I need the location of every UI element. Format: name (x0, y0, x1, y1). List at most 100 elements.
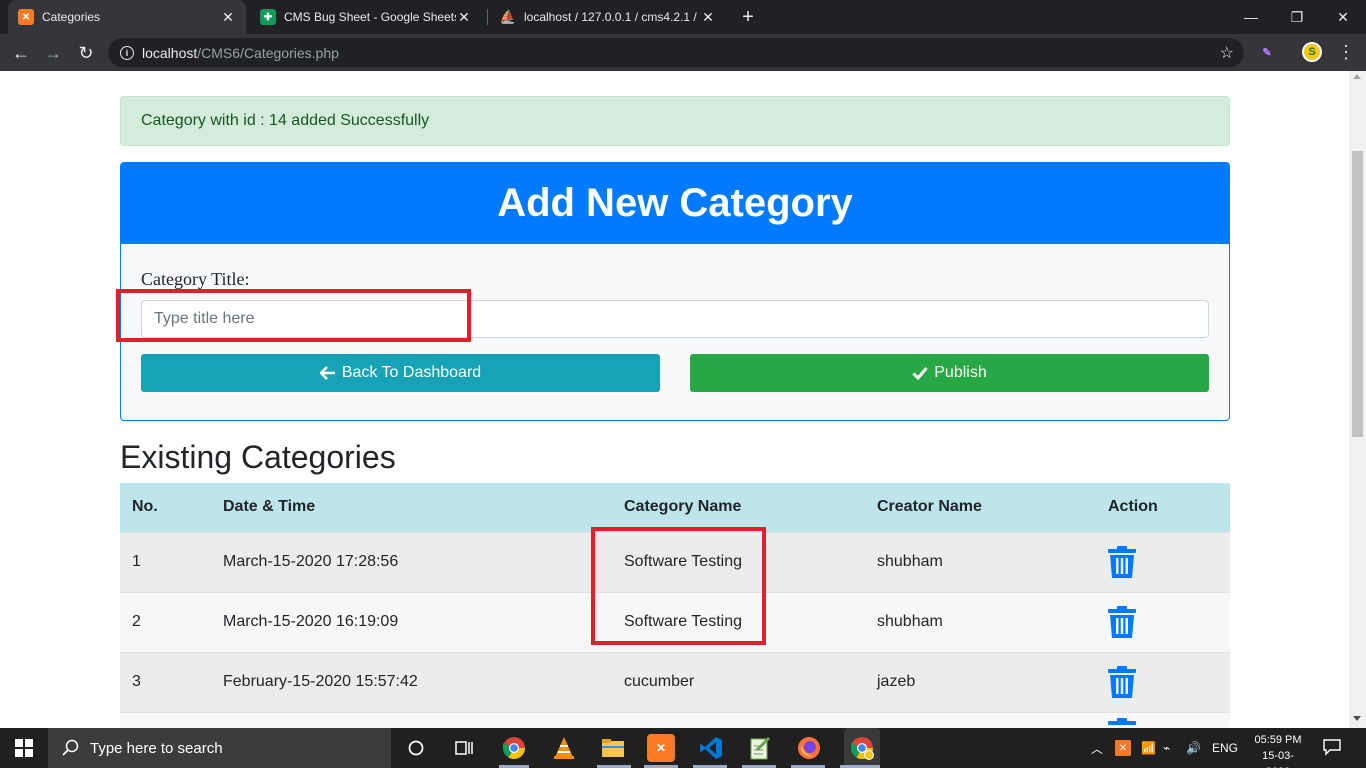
cell-category: Software Testing (612, 531, 865, 592)
tab-title: localhost / 127.0.0.1 / cms4.2.1 / (524, 10, 697, 24)
trash-icon[interactable] (1108, 606, 1136, 638)
header-action: Action (1096, 483, 1230, 532)
volume-icon[interactable]: 🔊 (1186, 728, 1201, 768)
cell-action (1096, 591, 1230, 652)
close-icon[interactable]: ✕ (220, 9, 236, 26)
tab-title: Categories (42, 10, 101, 24)
cell-datetime: March-15-2020 16:19:09 (211, 591, 612, 652)
profile-avatar-icon[interactable]: S (1302, 42, 1322, 62)
address-bar[interactable]: i localhost/CMS6/Categories.php ☆ (108, 38, 1244, 67)
url-host: localhost (142, 44, 198, 61)
cortana-icon[interactable] (402, 734, 430, 762)
info-icon[interactable]: i (120, 45, 134, 60)
scroll-up-icon[interactable] (1353, 74, 1361, 79)
card-title: Add New Category (121, 163, 1229, 244)
header-no: No. (120, 483, 211, 532)
cell-creator: shubham (865, 531, 1096, 592)
add-category-card: Add New Category Category Title: Back To… (120, 162, 1230, 421)
categories-table: No. Date & Time Category Name Creator Na… (120, 483, 1230, 728)
category-title-label: Category Title: (141, 269, 250, 289)
cell-creator: jazeb (865, 651, 1096, 712)
action-center-icon[interactable] (1322, 738, 1342, 758)
search-icon (62, 739, 79, 756)
chrome-canary-icon[interactable] (844, 728, 880, 768)
header-creator-name: Creator Name (865, 483, 1096, 532)
firefox-icon[interactable] (795, 734, 823, 762)
clock-date: 15-03-2020 (1262, 750, 1294, 778)
forward-arrow-icon[interactable]: → (40, 40, 66, 66)
scroll-thumb[interactable] (1352, 151, 1363, 437)
close-icon[interactable]: ✕ (700, 9, 716, 26)
trash-icon[interactable] (1108, 666, 1136, 698)
close-icon[interactable]: ✕ (456, 9, 472, 26)
minimize-button[interactable]: — (1228, 0, 1274, 34)
task-view-icon[interactable] (450, 734, 478, 762)
page-scrollbar[interactable] (1349, 71, 1366, 728)
search-placeholder: Type here to search (90, 739, 223, 757)
cell-no (120, 711, 211, 728)
trash-icon[interactable] (1108, 546, 1136, 578)
tab-google-sheets[interactable]: ✚ CMS Bug Sheet - Google Sheets ✕ (250, 0, 482, 34)
taskbar-search-box[interactable]: Type here to search (48, 728, 391, 768)
table-row (120, 711, 1230, 728)
cell-action (1096, 531, 1230, 592)
publish-button-label: Publish (934, 364, 987, 381)
wifi-icon[interactable]: 📶 (1141, 728, 1156, 768)
table-row: 3 February-15-2020 15:57:42 cucumber jaz… (120, 651, 1230, 712)
cell-creator (865, 711, 1096, 728)
existing-categories-heading: Existing Categories (120, 439, 396, 475)
back-arrow-icon[interactable]: ← (8, 40, 34, 66)
bookmark-star-icon[interactable]: ☆ (1220, 43, 1234, 63)
scroll-down-icon[interactable] (1353, 716, 1361, 721)
cell-datetime: March-15-2020 17:28:56 (211, 531, 612, 592)
tab-title: CMS Bug Sheet - Google Sheets (284, 10, 456, 24)
cell-creator: shubham (865, 591, 1096, 652)
header-category-name: Category Name (612, 483, 865, 532)
header-datetime: Date & Time (211, 483, 612, 532)
tab-phpmyadmin[interactable]: ⛵ localhost / 127.0.0.1 / cms4.2.1 / ✕ (490, 0, 726, 34)
phpmyadmin-icon: ⛵ (499, 9, 517, 24)
cell-category: cucumber (612, 651, 865, 712)
show-hidden-icons-chevron-icon[interactable]: ︿ (1091, 728, 1103, 768)
cell-no: 2 (120, 591, 211, 652)
publish-button[interactable]: Publish (690, 354, 1209, 392)
clock-time: 05:59 PM (1254, 734, 1302, 746)
tab-separator (487, 9, 488, 25)
xampp-taskbar-icon[interactable]: ✕ (647, 734, 675, 762)
taskbar-clock[interactable]: 05:59 PM 15-03-2020 (1250, 732, 1306, 780)
notepad-plus-plus-icon[interactable] (746, 734, 774, 762)
category-title-input[interactable] (141, 300, 1209, 338)
vscode-icon[interactable] (697, 734, 725, 762)
cell-category: Software Testing (612, 591, 865, 652)
google-sheets-icon: ✚ (260, 9, 276, 25)
windows-start-button[interactable] (0, 728, 48, 768)
xampp-tray-icon[interactable]: ✕ (1115, 728, 1131, 768)
chrome-icon[interactable] (500, 734, 528, 762)
power-icon[interactable]: ⌁ (1163, 728, 1170, 768)
cell-category (612, 711, 865, 728)
tab-categories[interactable]: ✕ Categories ✕ (8, 0, 246, 34)
menu-icon[interactable]: ⋮ (1336, 42, 1356, 62)
restore-button[interactable]: ❐ (1274, 0, 1320, 34)
success-alert: Category with id : 14 added Successfully (120, 96, 1230, 146)
reload-icon[interactable]: ↻ (73, 40, 99, 66)
file-explorer-icon[interactable] (599, 734, 627, 762)
check-icon (912, 367, 928, 381)
back-to-dashboard-button[interactable]: Back To Dashboard (141, 354, 660, 392)
vlc-icon[interactable] (550, 734, 578, 762)
windows-logo-icon (15, 739, 33, 757)
cell-no: 1 (120, 531, 211, 592)
cell-action (1096, 711, 1230, 728)
browser-tab-bar: ✕ Categories ✕ ✚ CMS Bug Sheet - Google … (0, 0, 1366, 34)
url-path: /CMS6/Categories.php (197, 44, 339, 61)
new-tab-button[interactable]: + (737, 4, 759, 30)
xampp-icon: ✕ (18, 9, 34, 25)
window-close-button[interactable]: ✕ (1320, 0, 1366, 34)
windows-taskbar: Type here to search ✕ ︿ ✕ 📶 ⌁ 🔊 ENG 05:5… (0, 728, 1366, 778)
cell-action (1096, 651, 1230, 712)
browser-toolbar: ← → ↻ i localhost/CMS6/Categories.php ☆ … (0, 34, 1366, 71)
trash-icon[interactable] (1108, 718, 1136, 728)
cell-no: 3 (120, 651, 211, 712)
feather-extension-icon[interactable]: ✎ (1257, 42, 1277, 62)
language-indicator[interactable]: ENG (1212, 728, 1238, 768)
